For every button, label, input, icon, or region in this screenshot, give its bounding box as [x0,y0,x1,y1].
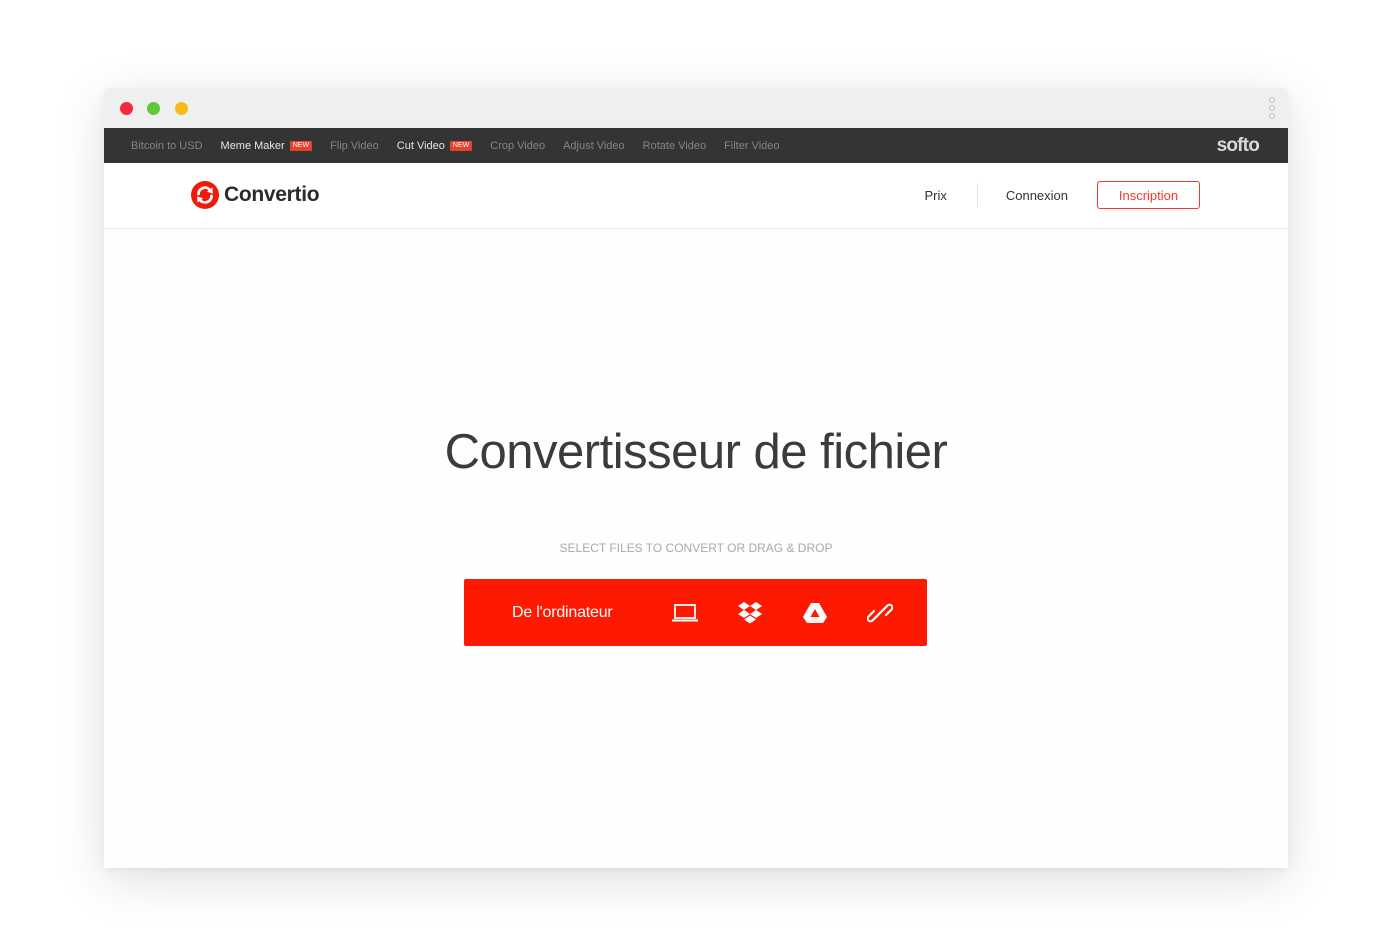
browser-window: Bitcoin to USD Meme Maker NEW Flip Video … [104,88,1288,868]
tool-link-filter-video[interactable]: Filter Video [724,140,779,152]
tool-link-label: Crop Video [490,139,546,152]
tool-link-crop-video[interactable]: Crop Video [490,140,545,152]
tool-link-bitcoin-to-usd[interactable]: Bitcoin to USD [131,140,203,152]
tools-links: Bitcoin to USD Meme Maker NEW Flip Video … [131,140,798,152]
tool-link-cut-video[interactable]: Cut Video NEW [396,139,473,152]
new-badge: NEW [289,140,313,151]
tool-link-label: Cut Video [396,139,445,152]
tool-link-label: Bitcoin to USD [131,139,203,152]
tool-link-label: Rotate Video [642,139,707,152]
google-drive-icon[interactable] [801,599,829,627]
site-header: Convertio Prix Connexion Inscription [104,163,1288,229]
tool-link-rotate-video[interactable]: Rotate Video [643,140,706,152]
tool-link-meme-maker[interactable]: Meme Maker NEW [221,140,313,152]
softo-tools-bar: Bitcoin to USD Meme Maker NEW Flip Video … [104,128,1288,163]
nav-login-link[interactable]: Connexion [1006,188,1068,203]
nav-divider [976,183,978,207]
minimize-window-button[interactable] [175,102,188,115]
tool-link-label: Meme Maker [220,139,285,152]
tool-link-flip-video[interactable]: Flip Video [330,140,379,152]
signup-button[interactable]: Inscription [1097,181,1200,209]
maximize-window-button[interactable] [147,102,160,115]
drop-hint: SELECT FILES TO CONVERT OR DRAG & DROP [559,541,833,555]
logo-text: Convertio [224,183,320,206]
new-badge: NEW [449,140,473,151]
softo-logo[interactable]: softo [1217,135,1260,157]
title-bar [104,88,1288,128]
upload-bar[interactable]: De l'ordinateur [464,579,927,646]
laptop-icon[interactable] [671,599,699,627]
header-nav: Prix Connexion Inscription [924,181,1200,209]
tool-link-label: Filter Video [724,139,780,152]
page-title: Convertisseur de fichier [444,425,948,479]
tool-link-label: Adjust Video [563,139,625,152]
tool-link-adjust-video[interactable]: Adjust Video [563,140,625,152]
tool-link-label: Flip Video [330,139,379,152]
convertio-logo[interactable]: Convertio [191,181,320,209]
more-options-icon[interactable] [1269,97,1275,119]
url-link-icon[interactable] [866,599,894,627]
close-window-button[interactable] [120,102,133,115]
convertio-logo-icon [191,181,219,209]
dropbox-icon[interactable] [736,599,764,627]
nav-pricing-link[interactable]: Prix [924,188,946,203]
upload-from-computer-button[interactable]: De l'ordinateur [512,604,613,622]
